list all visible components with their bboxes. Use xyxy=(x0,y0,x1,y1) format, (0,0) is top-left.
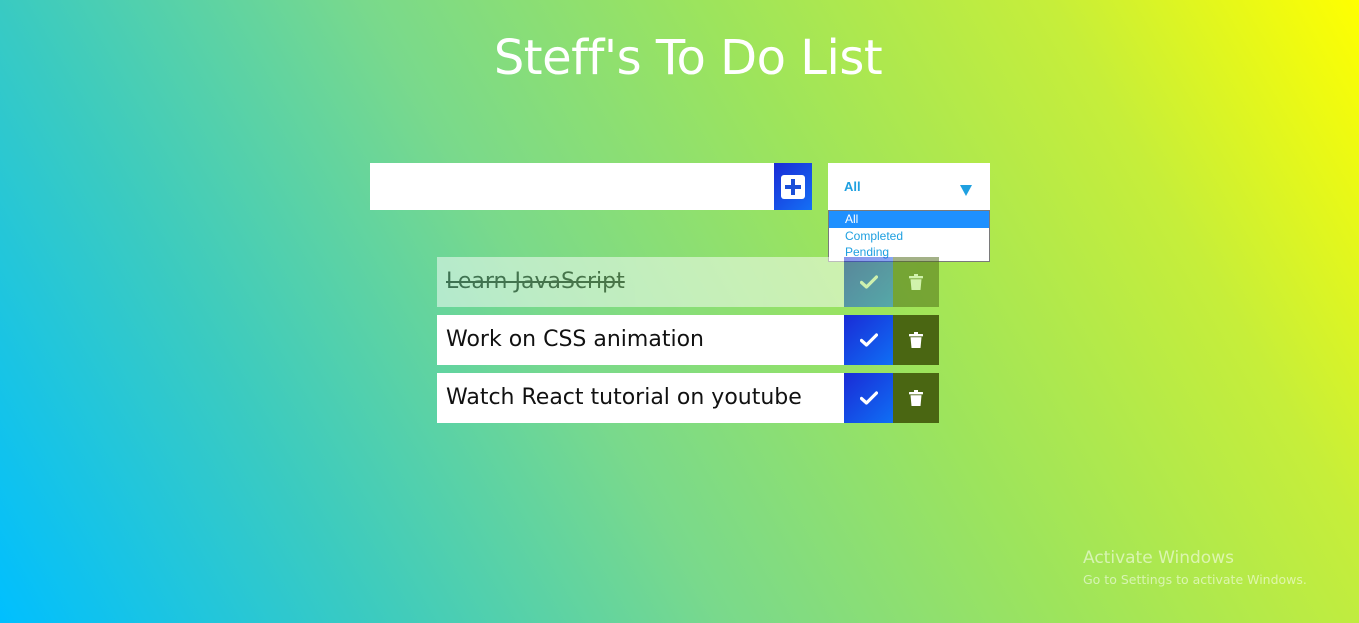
trash-icon xyxy=(909,332,923,348)
add-todo-button[interactable] xyxy=(774,163,812,210)
filter-option-all[interactable]: All xyxy=(829,211,989,228)
dropdown-arrow-icon xyxy=(960,185,972,196)
todo-text: Work on CSS animation xyxy=(437,315,844,365)
todo-text: Learn JavaScript xyxy=(437,257,844,307)
filter-dropdown-menu: All Completed Pending xyxy=(828,210,990,262)
delete-button[interactable] xyxy=(893,373,939,423)
todo-item: Watch React tutorial on youtube xyxy=(437,373,939,423)
todo-item: Learn JavaScript xyxy=(437,257,939,307)
check-icon xyxy=(859,275,878,289)
activate-windows-watermark: Activate Windows Go to Settings to activ… xyxy=(1083,548,1307,587)
todo-input[interactable] xyxy=(370,163,774,210)
complete-button[interactable] xyxy=(844,373,893,423)
todo-text: Watch React tutorial on youtube xyxy=(437,373,844,423)
filter-selected-value: All xyxy=(844,179,861,194)
check-icon xyxy=(859,391,878,405)
filter-option-completed[interactable]: Completed xyxy=(829,228,989,245)
delete-button[interactable] xyxy=(893,315,939,365)
complete-button[interactable] xyxy=(844,315,893,365)
todo-item: Work on CSS animation xyxy=(437,315,939,365)
filter-select[interactable]: All xyxy=(828,163,990,210)
trash-icon xyxy=(909,390,923,406)
watermark-subtitle: Go to Settings to activate Windows. xyxy=(1083,572,1307,587)
complete-button[interactable] xyxy=(844,257,893,307)
check-icon xyxy=(859,333,878,347)
delete-button[interactable] xyxy=(893,257,939,307)
trash-icon xyxy=(909,274,923,290)
watermark-title: Activate Windows xyxy=(1083,548,1234,568)
page-title: Steff's To Do List xyxy=(493,30,883,86)
plus-icon xyxy=(781,174,805,199)
